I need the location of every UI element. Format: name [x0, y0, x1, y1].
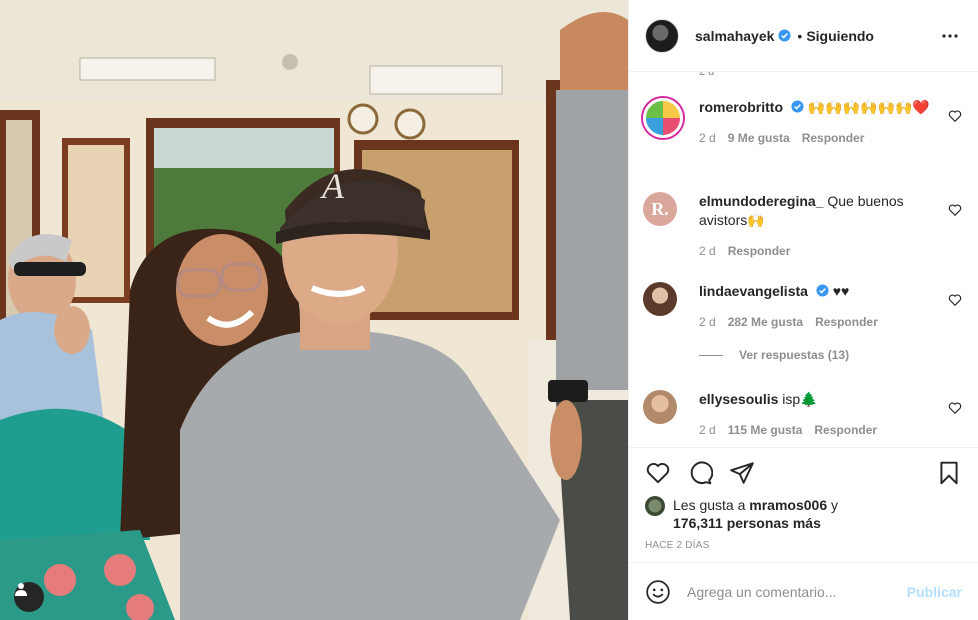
comment-composer: Publicar [629, 562, 978, 620]
verified-badge-icon [816, 284, 829, 297]
likes-summary: Les gusta a mramos006 y 176,311 personas… [645, 496, 962, 532]
comment-likes[interactable]: 115 Me gusta [728, 421, 803, 440]
comment-text: ♥♥ [832, 283, 850, 299]
likes-others[interactable]: 176,311 personas más [673, 515, 821, 531]
comment-item: R. elmundoderegina_ Que buenos avistors🙌… [643, 192, 962, 261]
comment-username[interactable]: lindaevangelista [699, 283, 808, 299]
post-header: salmahayek • Siguiendo [629, 0, 978, 72]
comments-list[interactable]: 2 d romerobritto 🙌🙌🙌🙌🙌🙌❤️ 2 d 9 Me gusta… [629, 72, 978, 447]
comment-username[interactable]: romerobritto [699, 99, 783, 115]
comment-text: isp🌲 [782, 391, 818, 407]
like-comment-heart-icon[interactable] [948, 293, 962, 307]
comment-meta: 2 d 9 Me gusta Responder [699, 129, 942, 148]
comment-input[interactable] [687, 583, 907, 600]
reply-button[interactable]: Responder [802, 129, 865, 148]
person-icon [15, 583, 27, 596]
comment-age: 2 d [699, 131, 716, 145]
more-options-button[interactable] [938, 24, 962, 48]
comment-meta: 2 d 115 Me gusta Responder [699, 421, 942, 440]
post-photo[interactable]: A [0, 0, 628, 620]
post-image: A [0, 0, 628, 620]
reply-button[interactable]: Responder [814, 421, 877, 440]
comment-meta: 2 d 282 Me gusta Responder [699, 313, 942, 332]
comment-text: 🙌🙌🙌🙌🙌🙌❤️ [807, 99, 930, 115]
paper-plane-icon[interactable] [729, 460, 755, 486]
action-icons-row [645, 460, 962, 486]
view-replies-label: Ver respuestas (13) [739, 348, 850, 362]
likes-prefix: Les gusta a [673, 497, 746, 513]
like-comment-heart-icon[interactable] [948, 203, 962, 217]
post-side-panel: salmahayek • Siguiendo 2 d romerobritto … [628, 0, 978, 620]
commenter-avatar[interactable] [643, 282, 677, 316]
tagged-users-button[interactable] [14, 582, 44, 612]
comment-age: 2 d [699, 423, 716, 437]
view-replies-button[interactable]: Ver respuestas (13) [699, 348, 849, 362]
header-separator: • [797, 27, 803, 44]
like-comment-heart-icon[interactable] [948, 401, 962, 415]
verified-badge-icon [778, 29, 791, 42]
liker-avatar[interactable] [645, 496, 665, 516]
commenter-avatar[interactable] [643, 390, 677, 424]
cut-off-timestamp: 2 d [699, 72, 715, 78]
comment-age: 2 d [699, 315, 716, 329]
comment-age: 2 d [699, 244, 716, 258]
comment-meta: 2 d Responder [699, 242, 942, 261]
comment-username[interactable]: elmundoderegina_ [699, 193, 823, 209]
author-avatar[interactable] [645, 18, 679, 53]
replies-divider-line [699, 354, 723, 356]
commenter-avatar[interactable]: R. [643, 192, 677, 226]
bookmark-icon[interactable] [936, 460, 962, 486]
commenter-avatar[interactable] [643, 98, 683, 138]
ellipsis-icon [942, 33, 958, 38]
reply-button[interactable]: Responder [815, 313, 878, 332]
follow-status-button[interactable]: Siguiendo [806, 28, 874, 44]
likes-conj: y [831, 497, 838, 513]
liker-username[interactable]: mramos006 [749, 497, 827, 513]
smiley-icon[interactable] [645, 579, 671, 605]
verified-badge-icon [791, 100, 804, 113]
comment-item: lindaevangelista ♥♥ 2 d 282 Me gusta Res… [643, 282, 962, 332]
comment-bubble-icon[interactable] [687, 460, 713, 486]
comment-likes[interactable]: 9 Me gusta [728, 129, 790, 148]
publish-button[interactable]: Publicar [907, 584, 962, 600]
comment-item: ellysesoulis isp🌲 2 d 115 Me gusta Respo… [643, 390, 962, 440]
comment-item: romerobritto 🙌🙌🙌🙌🙌🙌❤️ 2 d 9 Me gusta Res… [643, 98, 962, 148]
post-actions: Les gusta a mramos006 y 176,311 personas… [629, 447, 978, 562]
post-timestamp[interactable]: HACE 2 DÍAS [645, 540, 962, 551]
comment-username[interactable]: ellysesoulis [699, 391, 778, 407]
author-username[interactable]: salmahayek [695, 28, 774, 44]
like-comment-heart-icon[interactable] [948, 109, 962, 123]
reply-button[interactable]: Responder [728, 242, 791, 261]
comment-likes[interactable]: 282 Me gusta [728, 313, 803, 332]
svg-text:A: A [320, 166, 345, 206]
heart-icon[interactable] [645, 460, 671, 486]
